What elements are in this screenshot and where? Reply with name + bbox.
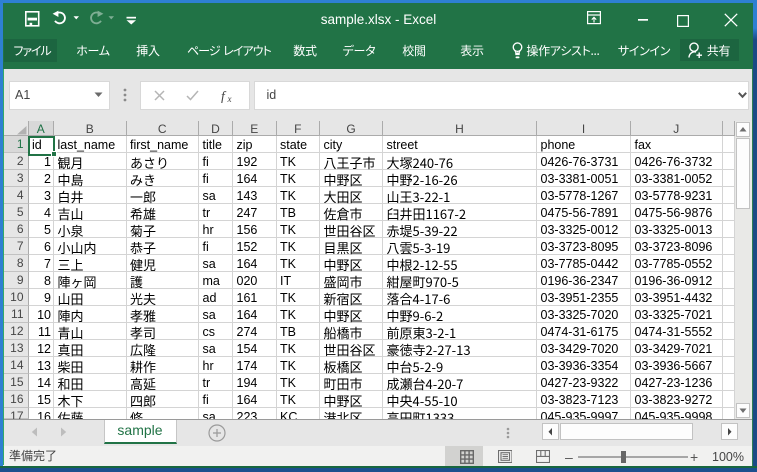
svg-text:f: f xyxy=(221,89,227,103)
svg-text:x: x xyxy=(227,94,232,103)
